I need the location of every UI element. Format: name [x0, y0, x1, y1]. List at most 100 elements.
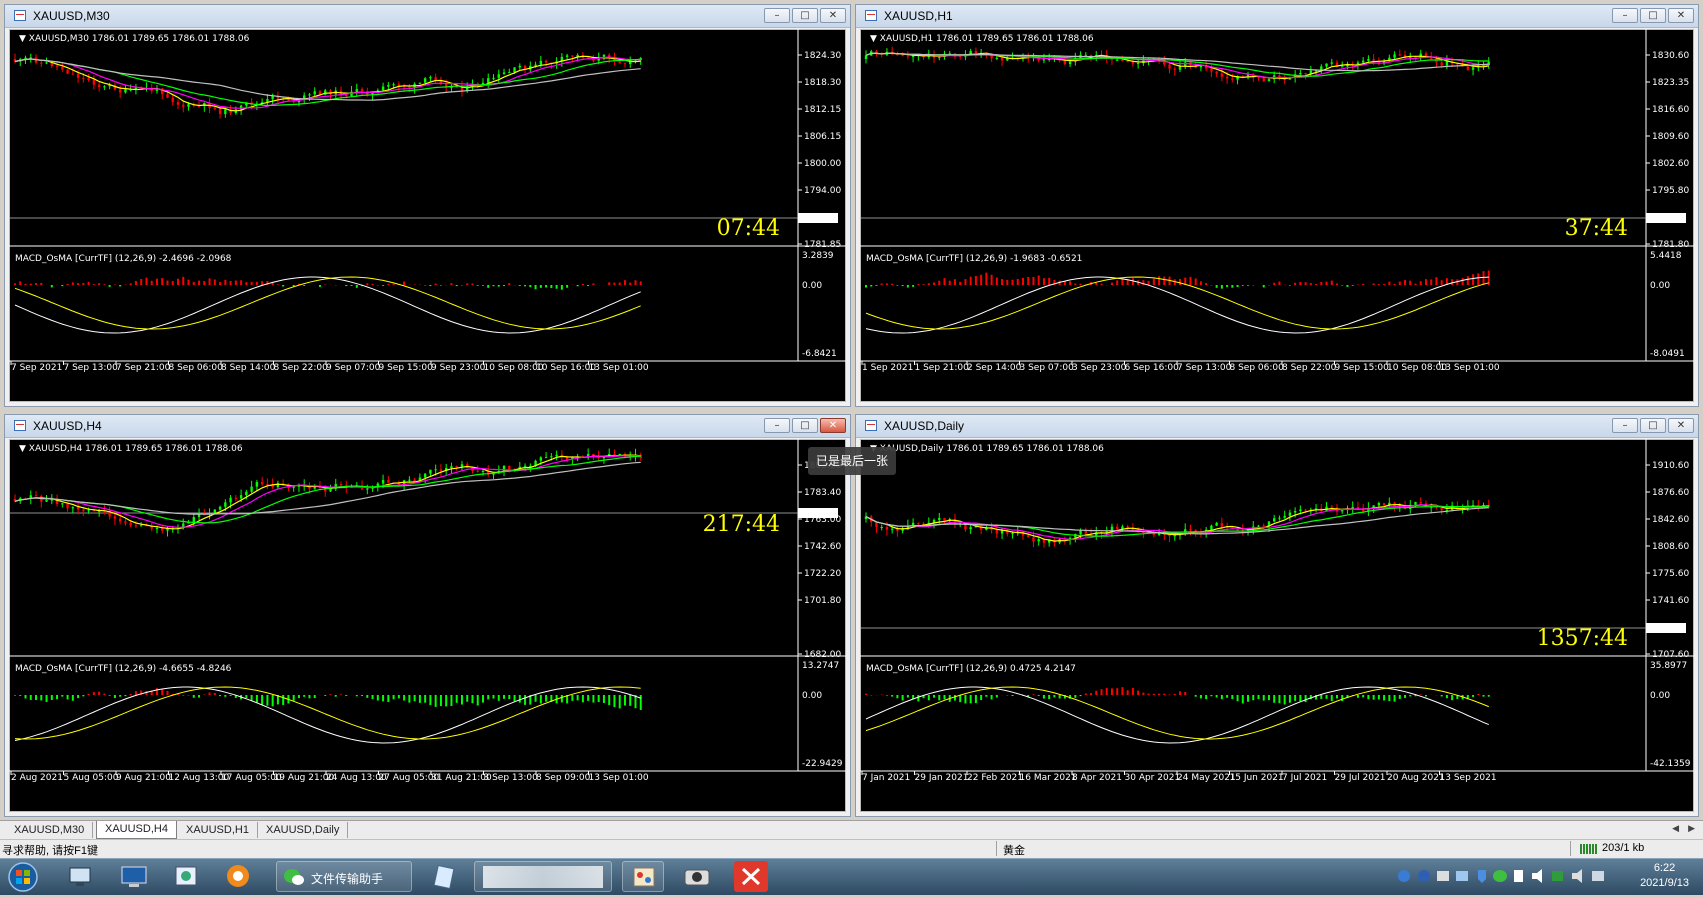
date-tick-label: 2 Sep 14:00	[967, 363, 1022, 373]
taskbar-wechat-button[interactable]: 文件传输助手	[276, 861, 412, 892]
macd-histogram-bar	[403, 282, 405, 285]
chart-window-h1[interactable]: XAUUSD,H1 – □ ✕ ▼ XAUUSD,H1 1786.01 1789…	[855, 4, 1699, 407]
price-chart-svg[interactable]: ▼ XAUUSD,H1 1786.01 1789.65 1786.01 1788…	[860, 29, 1694, 402]
chart-window-h4[interactable]: XAUUSD,H4 – □ ✕ ▼ XAUUSD,H4 1786.01 1789…	[4, 414, 851, 817]
macd-histogram-bar	[508, 283, 510, 285]
date-tick-label: 10 Sep 08:00	[1387, 363, 1447, 373]
date-tick-label: 8 Sep 22:00	[1282, 363, 1337, 373]
chart-window-daily[interactable]: XAUUSD,Daily – □ ✕ ▼ XAUUSD,Daily 1786.0…	[855, 414, 1699, 817]
macd-histogram-bar	[440, 695, 442, 706]
macd-histogram-bar	[1409, 695, 1411, 696]
tab-xauusd-h1[interactable]: XAUUSD,H1	[178, 822, 258, 838]
taskbar-app-icon-paint[interactable]	[622, 861, 664, 892]
candle-body	[166, 94, 168, 98]
macd-histogram-bar	[340, 694, 342, 695]
date-tick-label: 13 Sep 2021	[1440, 773, 1497, 783]
close-button[interactable]: ✕	[820, 418, 846, 433]
macd-signal-line	[15, 687, 641, 739]
macd-histogram-bar	[1080, 695, 1082, 696]
candle-body	[166, 529, 168, 531]
macd-histogram-bar	[991, 695, 993, 700]
date-tick-label: 7 Jan 2021	[862, 773, 910, 783]
macd-histogram-bar	[1388, 695, 1390, 701]
window-titlebar[interactable]: XAUUSD,M30 – □ ✕	[5, 5, 850, 28]
close-button[interactable]: ✕	[820, 8, 846, 23]
taskbar-clock[interactable]: 6:22 2021/9/13	[1640, 861, 1689, 891]
taskbar-app-icon-notes[interactable]	[424, 861, 464, 892]
candle-body	[917, 523, 919, 524]
chart-canvas[interactable]: ▼ XAUUSD,Daily 1786.01 1789.65 1786.01 1…	[860, 439, 1694, 812]
minimize-button[interactable]: –	[764, 8, 790, 23]
window-titlebar[interactable]: XAUUSD,H1 – □ ✕	[856, 5, 1698, 28]
maximize-button[interactable]: □	[1640, 8, 1666, 23]
candle-body	[424, 474, 426, 478]
macd-info-label: MACD_OsMA [CurrTF] (12,26,9) -1.9683 -0.…	[866, 254, 1082, 264]
chart-canvas[interactable]: ▼ XAUUSD,M30 1786.01 1789.65 1786.01 178…	[9, 29, 846, 402]
chart-window-m30[interactable]: XAUUSD,M30 – □ ✕ ▼ XAUUSD,M30 1786.01 17…	[4, 4, 851, 407]
price-tick-label: 1795.80	[1652, 186, 1689, 196]
maximize-button[interactable]: □	[1640, 418, 1666, 433]
maximize-button[interactable]: □	[792, 418, 818, 433]
tray-icons[interactable]	[1392, 867, 1622, 885]
candle-body	[387, 85, 389, 86]
macd-histogram-bar	[387, 284, 389, 285]
taskbar-app-icon-settings[interactable]	[166, 861, 206, 892]
taskbar-app-icon-browser[interactable]	[218, 861, 258, 892]
taskbar-app-icon-red[interactable]	[734, 861, 768, 892]
price-chart-svg[interactable]: ▼ XAUUSD,H4 1786.01 1789.65 1786.01 1788…	[9, 439, 846, 812]
macd-histogram-bar	[172, 281, 174, 285]
macd-histogram-bar	[1038, 695, 1040, 696]
date-tick-label: 1 Sep 21:00	[915, 363, 970, 373]
price-chart-svg[interactable]: ▼ XAUUSD,Daily 1786.01 1789.65 1786.01 1…	[860, 439, 1694, 812]
macd-histogram-bar	[98, 692, 100, 695]
window-titlebar[interactable]: XAUUSD,H4 – □ ✕	[5, 415, 850, 438]
tab-xauusd-h4[interactable]: XAUUSD,H4	[96, 821, 177, 839]
macd-histogram-bar	[1195, 278, 1197, 285]
taskbar-image-viewer-button[interactable]	[474, 861, 612, 892]
candle-body	[1263, 526, 1265, 527]
candle-body	[886, 527, 888, 530]
start-button[interactable]	[4, 861, 42, 892]
notes-icon	[424, 861, 464, 892]
candle-body	[1116, 527, 1118, 529]
candle-body	[61, 67, 63, 70]
macd-histogram-bar	[88, 282, 90, 285]
close-button[interactable]: ✕	[1668, 418, 1694, 433]
close-button[interactable]: ✕	[1668, 8, 1694, 23]
macd-histogram-bar	[272, 695, 274, 706]
macd-histogram-bar	[1163, 694, 1165, 695]
candle-body	[1027, 536, 1029, 538]
minimize-button[interactable]: –	[764, 418, 790, 433]
minimize-button[interactable]: –	[1612, 8, 1638, 23]
taskbar-app-icon-computer[interactable]	[60, 861, 100, 892]
tab-xauusd-m30[interactable]: XAUUSD,M30	[6, 822, 93, 838]
chart-canvas[interactable]: ▼ XAUUSD,H1 1786.01 1789.65 1786.01 1788…	[860, 29, 1694, 402]
macd-histogram-bar	[72, 282, 74, 285]
macd-histogram-bar	[545, 695, 547, 702]
candle-body	[1001, 530, 1003, 533]
candle-body	[881, 527, 883, 528]
macd-histogram-bar	[1153, 279, 1155, 285]
taskbar-app-icon-monitor[interactable]	[114, 861, 154, 892]
tab-xauusd-daily[interactable]: XAUUSD,Daily	[258, 822, 348, 838]
price-chart-svg[interactable]: ▼ XAUUSD,M30 1786.01 1789.65 1786.01 178…	[9, 29, 846, 402]
macd-histogram-bar	[19, 695, 21, 696]
macd-histogram-bar	[477, 695, 479, 706]
maximize-button[interactable]: □	[792, 8, 818, 23]
minimize-button[interactable]: –	[1612, 418, 1638, 433]
tab-scroll-right-icon[interactable]: ▶	[1688, 823, 1695, 834]
macd-histogram-bar	[319, 285, 321, 287]
macd-histogram-bar	[282, 285, 284, 287]
tab-scroll-left-icon[interactable]: ◀	[1672, 823, 1679, 834]
macd-histogram-bar	[1017, 279, 1019, 285]
window-titlebar[interactable]: XAUUSD,Daily – □ ✕	[856, 415, 1698, 438]
candle-body	[1168, 65, 1170, 69]
macd-histogram-bar	[471, 695, 473, 703]
chart-canvas[interactable]: ▼ XAUUSD,H4 1786.01 1789.65 1786.01 1788…	[9, 439, 846, 812]
candle-body	[1116, 60, 1118, 61]
macd-histogram-bar	[450, 695, 452, 706]
macd-histogram-bar	[1132, 688, 1134, 695]
candle-body	[356, 89, 358, 92]
taskbar-app-icon-camera[interactable]	[676, 861, 718, 892]
macd-histogram-bar	[1059, 695, 1061, 698]
